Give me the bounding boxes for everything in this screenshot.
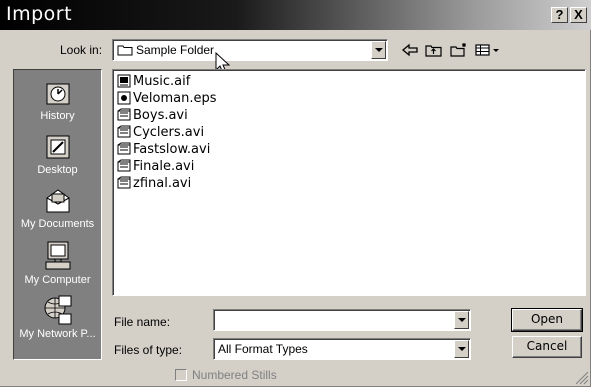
files-of-type-select[interactable]: All Format Types xyxy=(213,338,471,360)
video-file-icon xyxy=(117,125,131,138)
view-menu-icon[interactable] xyxy=(474,42,502,58)
my-network-icon xyxy=(44,295,71,325)
back-arrow-icon[interactable] xyxy=(400,42,420,58)
files-of-type-value: All Format Types xyxy=(218,342,308,356)
video-file-icon xyxy=(117,142,131,155)
place-label: My Computer xyxy=(24,274,91,286)
file-item[interactable]: Boys.avi xyxy=(117,107,188,123)
files-of-type-label: Files of type: xyxy=(114,343,183,357)
look-in-dropdown-button[interactable] xyxy=(371,41,386,59)
look-in-select[interactable]: Sample Folder xyxy=(112,39,388,61)
file-name: Boys.avi xyxy=(133,107,188,123)
place-label: History xyxy=(40,110,75,122)
file-item[interactable]: Finale.avi xyxy=(117,158,194,174)
file-name-field[interactable] xyxy=(213,309,471,331)
new-folder-icon[interactable] xyxy=(449,42,469,58)
resize-grip-icon[interactable] xyxy=(575,371,589,385)
file-list[interactable]: Music.aif Veloman.eps Boys.avi Cyclers.a… xyxy=(112,69,586,296)
image-file-icon xyxy=(117,91,131,105)
folder-icon xyxy=(117,45,133,56)
window-title: Import xyxy=(6,3,73,25)
places-bar: History Desktop My Documents My Computer… xyxy=(13,69,102,360)
file-name: Music.aif xyxy=(133,73,191,89)
file-item[interactable]: Music.aif xyxy=(117,73,190,89)
look-in-value: Sample Folder xyxy=(136,43,215,57)
file-name: Finale.avi xyxy=(133,158,195,174)
video-file-icon xyxy=(117,159,131,172)
file-name-dropdown-button[interactable] xyxy=(454,311,469,329)
close-button[interactable]: X xyxy=(570,7,587,23)
file-name: Fastslow.avi xyxy=(133,141,211,157)
file-name: Cyclers.avi xyxy=(133,124,205,140)
place-my-documents[interactable]: My Documents xyxy=(14,186,101,230)
place-desktop[interactable]: Desktop xyxy=(14,132,101,176)
file-item[interactable]: zfinal.avi xyxy=(117,175,191,191)
import-dialog: Import ? X Look in: Sample Folder Histor… xyxy=(0,0,591,387)
my-computer-icon xyxy=(45,241,70,270)
file-item[interactable]: Cyclers.avi xyxy=(117,124,204,140)
title-bar[interactable]: Import ? X xyxy=(0,0,591,30)
place-label: My Network P... xyxy=(19,328,96,340)
desktop-icon xyxy=(46,135,69,159)
numbered-stills-label: Numbered Stills xyxy=(192,368,277,382)
place-history[interactable]: History xyxy=(14,80,101,122)
place-label: My Documents xyxy=(20,218,95,230)
history-icon xyxy=(46,83,69,105)
help-button[interactable]: ? xyxy=(551,7,568,23)
look-in-label: Look in: xyxy=(60,43,103,57)
my-documents-icon xyxy=(46,189,69,213)
file-name-label: File name: xyxy=(114,315,171,329)
numbered-stills-checkbox[interactable] xyxy=(175,369,187,381)
files-of-type-dropdown-button[interactable] xyxy=(454,340,469,358)
video-file-icon xyxy=(117,176,131,189)
file-name: Veloman.eps xyxy=(133,90,217,106)
open-button[interactable]: Open xyxy=(511,308,583,332)
place-label: Desktop xyxy=(37,164,78,176)
file-item[interactable]: Veloman.eps xyxy=(117,90,216,106)
file-item[interactable]: Fastslow.avi xyxy=(117,141,210,157)
place-my-network[interactable]: My Network P... xyxy=(14,294,101,340)
place-my-computer[interactable]: My Computer xyxy=(14,240,101,286)
audio-file-icon xyxy=(117,74,131,88)
file-name: zfinal.avi xyxy=(133,175,192,191)
cancel-button[interactable]: Cancel xyxy=(512,336,582,358)
up-folder-icon[interactable] xyxy=(424,42,444,58)
video-file-icon xyxy=(117,108,131,121)
